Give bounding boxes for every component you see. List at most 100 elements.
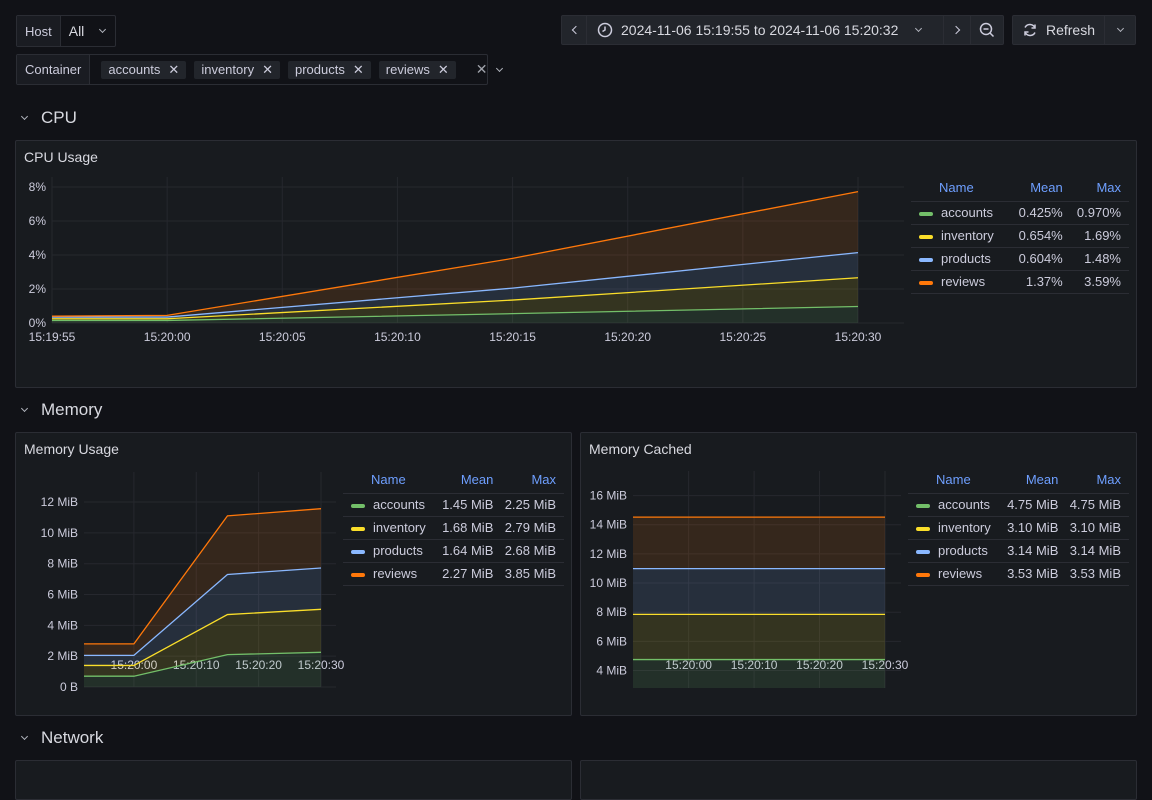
legend-mean: 0.654%	[1012, 224, 1071, 248]
legend-max: 0.970%	[1070, 201, 1129, 225]
refresh-button[interactable]: Refresh	[1012, 15, 1105, 45]
legend-header-name[interactable]: Name	[911, 179, 1013, 202]
legend-mean: 4.75 MiB	[1003, 493, 1067, 517]
legend-header-mean[interactable]: Mean	[1003, 471, 1067, 494]
legend-row[interactable]: products 3.14 MiB 3.14 MiB	[908, 539, 1129, 563]
remove-chip-icon[interactable]: ✕	[438, 62, 449, 78]
refresh-label: Refresh	[1045, 22, 1096, 38]
legend-header-max[interactable]: Max	[501, 471, 564, 494]
legend-header-mean[interactable]: Mean	[1012, 179, 1071, 202]
legend-max: 2.25 MiB	[501, 493, 564, 517]
chevron-left-icon	[571, 25, 580, 35]
legend-max: 3.59%	[1070, 270, 1129, 294]
y-tick-label: 2%	[29, 282, 47, 296]
legend-row[interactable]: products 0.604% 1.48%	[911, 247, 1129, 271]
legend-row[interactable]: reviews 1.37% 3.59%	[911, 270, 1129, 294]
chip-label: products	[294, 62, 345, 77]
legend-max: 3.10 MiB	[1066, 516, 1129, 540]
legend-header-name[interactable]: Name	[343, 471, 439, 494]
legend-max: 4.75 MiB	[1066, 493, 1129, 517]
series-color-swatch	[351, 572, 365, 577]
container-chip[interactable]: inventory ✕	[194, 60, 280, 79]
chevron-down-icon	[20, 112, 29, 121]
panel-network-right	[580, 760, 1137, 800]
container-chip[interactable]: products ✕	[287, 60, 371, 79]
series-name: accounts	[938, 497, 991, 512]
chevron-down-icon	[20, 732, 29, 741]
refresh-interval-dropdown[interactable]	[1104, 15, 1136, 45]
x-tick-label: 15:19:55	[29, 330, 76, 344]
series-color-swatch	[919, 234, 933, 239]
series-color-swatch	[919, 211, 933, 216]
legend-header-max[interactable]: Max	[1066, 471, 1129, 494]
series-name: products	[941, 251, 991, 266]
chip-label: accounts	[108, 62, 161, 77]
host-select-value: All	[68, 23, 85, 39]
legend-mean: 3.14 MiB	[1003, 539, 1067, 563]
legend-mean: 0.604%	[1012, 247, 1071, 271]
container-variable: Container accounts ✕ inventory ✕ products ✕ re…	[16, 54, 504, 85]
y-tick-label: 8%	[29, 180, 47, 194]
legend-mean: 3.53 MiB	[1003, 562, 1067, 586]
y-tick-label: 4 MiB	[596, 664, 627, 678]
panel-title: Memory Cached	[589, 441, 692, 457]
legend-row[interactable]: accounts 1.45 MiB 2.25 MiB	[343, 493, 564, 517]
chevron-right-icon	[951, 25, 960, 35]
legend-row[interactable]: reviews 3.53 MiB 3.53 MiB	[908, 562, 1129, 586]
remove-chip-icon[interactable]: ✕	[168, 62, 179, 78]
series-name: reviews	[938, 566, 983, 581]
y-tick-label: 12 MiB	[41, 495, 78, 509]
y-tick-label: 14 MiB	[590, 518, 627, 532]
legend-row[interactable]: inventory 3.10 MiB 3.10 MiB	[908, 516, 1129, 540]
zoom-out-button[interactable]	[970, 15, 1004, 45]
section-cpu[interactable]: CPU	[20, 108, 77, 128]
section-memory[interactable]: Memory	[20, 400, 103, 420]
y-tick-label: 4 MiB	[47, 618, 78, 632]
chip-label: reviews	[385, 62, 430, 77]
legend-row[interactable]: inventory 0.654% 1.69%	[911, 224, 1129, 248]
series-name: accounts	[373, 497, 426, 512]
section-network[interactable]: Network	[20, 728, 104, 748]
remove-chip-icon[interactable]: ✕	[353, 62, 364, 78]
legend-row[interactable]: reviews 2.27 MiB 3.85 MiB	[343, 562, 564, 586]
panel-title: CPU Usage	[24, 149, 98, 165]
chevron-down-icon	[1116, 24, 1124, 33]
series-color-swatch	[919, 257, 933, 262]
memory-usage-chart: 0 B2 MiB4 MiB6 MiB8 MiB10 MiB12 MiB15:20…	[41, 472, 345, 694]
time-range-picker[interactable]: 2024-11-06 15:19:55 to 2024-11-06 15:20:…	[586, 15, 944, 45]
host-select[interactable]: All	[61, 16, 116, 46]
legend-header-name[interactable]: Name	[908, 471, 1004, 494]
time-shift-back-button[interactable]	[561, 15, 587, 45]
legend-row[interactable]: inventory 1.68 MiB 2.79 MiB	[343, 516, 564, 540]
chip-label: inventory	[201, 62, 255, 77]
legend-mean: 3.10 MiB	[1003, 516, 1067, 540]
legend-row[interactable]: accounts 0.425% 0.970%	[911, 201, 1129, 225]
container-chip[interactable]: reviews ✕	[378, 60, 456, 79]
legend-header-max[interactable]: Max	[1070, 179, 1129, 202]
legend-header-mean[interactable]: Mean	[438, 471, 502, 494]
y-tick-label: 6 MiB	[596, 634, 627, 648]
x-tick-label: 15:20:25	[719, 330, 766, 344]
legend-max: 3.53 MiB	[1066, 562, 1129, 586]
container-multiselect[interactable]: accounts ✕ inventory ✕ products ✕ reviews ✕ ✕	[90, 55, 514, 84]
clear-all-icon[interactable]: ✕	[476, 61, 488, 78]
x-tick-label: 15:20:15	[489, 330, 536, 344]
remove-chip-icon[interactable]: ✕	[262, 62, 273, 78]
legend-row[interactable]: products 1.64 MiB 2.68 MiB	[343, 539, 564, 563]
series-name: inventory	[373, 520, 426, 535]
panel-network-left	[15, 760, 572, 800]
panel-memory-usage: Memory Usage 0 B 2 MiB 4 MiB 6 MiB 8 MiB 10 M…	[15, 432, 572, 716]
time-shift-forward-button[interactable]	[943, 15, 971, 45]
container-chip[interactable]: accounts ✕	[101, 60, 187, 79]
legend-mean: 0.425%	[1012, 201, 1071, 225]
legend-max: 2.79 MiB	[501, 516, 564, 540]
section-title-memory: Memory	[41, 400, 103, 419]
section-title-network: Network	[41, 728, 104, 747]
chevron-down-icon[interactable]	[496, 64, 504, 72]
series-area-products	[633, 568, 885, 615]
legend-row[interactable]: accounts 4.75 MiB 4.75 MiB	[908, 493, 1129, 517]
x-tick-label: 15:20:30	[835, 330, 882, 344]
refresh-icon	[1024, 23, 1036, 37]
legend-max: 3.14 MiB	[1066, 539, 1129, 563]
chevron-down-icon	[915, 24, 923, 33]
